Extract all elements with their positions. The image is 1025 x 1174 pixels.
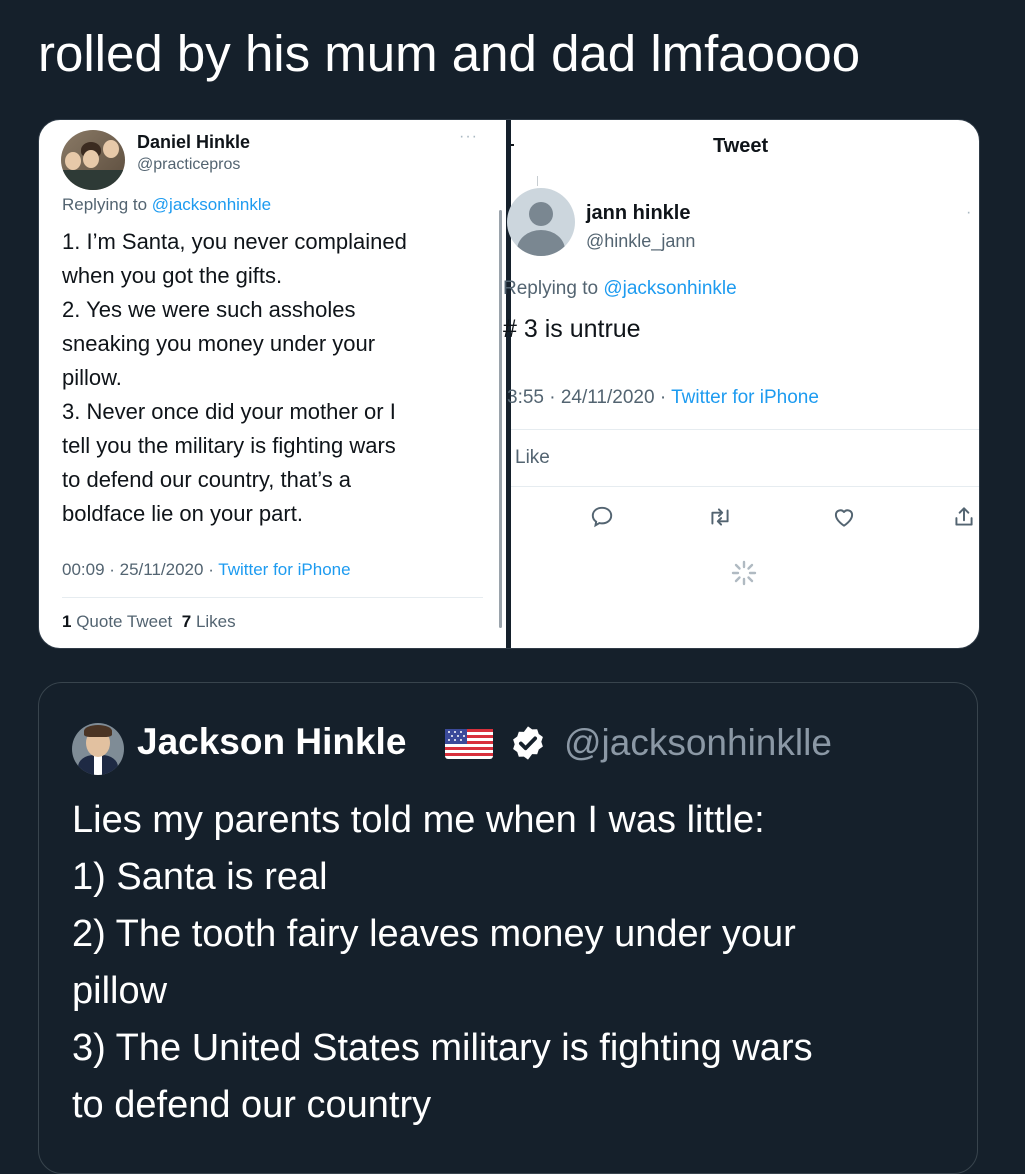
tweet-line: 1) Santa is real — [72, 856, 328, 898]
quote-count: 1 — [62, 612, 72, 631]
author-handle[interactable]: @practicepros — [137, 156, 240, 174]
replying-to-link[interactable]: @jacksonhinkle — [603, 278, 736, 299]
tweet-meta: 3:55 · 24/11/2020 · Twitter for iPhone — [507, 387, 819, 409]
tweet-meta: 00:09 · 25/11/2020 · Twitter for iPhone — [62, 560, 351, 580]
source-link[interactable]: Twitter for iPhone — [218, 560, 350, 579]
author-handle[interactable]: @hinkle_jann — [586, 231, 695, 252]
tweet-line: 2. Yes we were such assholes — [62, 297, 356, 322]
screenshot-collage: Daniel Hinkle @practicepros ··· Replying… — [38, 119, 980, 649]
timestamp[interactable]: 3:55 · 24/11/2020 · — [507, 387, 666, 408]
author-name[interactable]: Jackson Hinkle — [137, 721, 406, 763]
replying-prefix: Replying to — [503, 278, 599, 299]
tweet-text: 1. I’m Santa, you never complained when … — [62, 225, 482, 531]
retweet-icon[interactable] — [707, 504, 733, 530]
tweet-text: Lies my parents told me when I was littl… — [72, 792, 813, 1134]
quote-label: Quote Tweet — [76, 612, 173, 631]
source-link[interactable]: Twitter for iPhone — [671, 387, 819, 408]
tweet-text: # 3 is untrue — [503, 315, 641, 343]
tweet-line: 1. I’m Santa, you never complained — [62, 229, 407, 254]
author-name[interactable]: jann hinkle — [586, 202, 690, 225]
reply-tweet-jann[interactable]: Tweet jann hinkle @hinkle_jann · Replyin… — [503, 120, 979, 648]
quote-tweets-stat[interactable]: 1 Quote Tweet — [62, 612, 172, 631]
tweet-line: pillow. — [62, 365, 122, 390]
divider — [511, 486, 979, 487]
tweet-line: tell you the military is fighting wars — [62, 433, 396, 458]
avatar[interactable] — [61, 130, 125, 190]
tweet-line: pillow — [72, 970, 168, 1012]
like-count-label[interactable]: Like — [515, 447, 550, 469]
more-options-icon[interactable]: · — [966, 204, 971, 222]
reply-icon[interactable] — [589, 504, 615, 530]
scrollbar[interactable] — [499, 210, 502, 628]
tweet-line: 2) The tooth fairy leaves money under yo… — [72, 913, 796, 955]
page-title: Tweet — [713, 135, 769, 157]
thread-line — [537, 176, 538, 186]
loading-spinner-icon — [731, 560, 757, 586]
quoted-tweet-card[interactable]: Jackson Hinkle @jacksonhinklle Lies my p… — [38, 682, 978, 1174]
tweet-line: sneaking you money under your — [62, 331, 376, 356]
tweet-line: 3) The United States military is fightin… — [72, 1027, 813, 1069]
share-icon[interactable] — [951, 504, 977, 530]
post-caption: rolled by his mum and dad lmfaoooo — [38, 25, 861, 82]
replying-to: Replying to @jacksonhinkle — [503, 278, 737, 300]
tweet-line: to defend our country — [72, 1084, 432, 1126]
timestamp[interactable]: 00:09 · 25/11/2020 · — [62, 560, 214, 579]
engagement-stats: 1 Quote Tweet 7 Likes — [62, 612, 236, 632]
avatar[interactable] — [72, 723, 124, 775]
back-arrow-icon[interactable] — [511, 144, 514, 146]
more-options-icon[interactable]: ··· — [459, 128, 478, 146]
likes-stat[interactable]: 7 Likes — [182, 612, 236, 631]
replying-to: Replying to @jacksonhinkle — [62, 195, 271, 215]
likes-count: 7 — [181, 612, 192, 631]
author-name[interactable]: Daniel Hinkle — [137, 132, 250, 153]
like-icon[interactable] — [831, 504, 857, 530]
replying-to-link[interactable]: @jacksonhinkle — [152, 195, 271, 214]
tweet-line: 3. Never once did your mother or I — [62, 399, 396, 424]
likes-label: Likes — [195, 612, 236, 631]
tweet-line: to defend our country, that’s a — [62, 467, 352, 492]
divider — [62, 597, 483, 598]
author-handle[interactable]: @jacksonhinklle — [564, 722, 832, 764]
replying-prefix: Replying to — [62, 195, 148, 214]
reply-tweet-daniel[interactable]: Daniel Hinkle @practicepros ··· Replying… — [39, 120, 506, 648]
divider — [511, 429, 979, 430]
tweet-line: boldface lie on your part. — [62, 501, 303, 526]
default-avatar-icon[interactable] — [507, 188, 575, 256]
tweet-line: Lies my parents told me when I was littl… — [72, 799, 765, 841]
verified-badge-icon — [513, 726, 543, 760]
tweet-line: when you got the gifts. — [62, 263, 283, 288]
us-flag-icon — [445, 729, 493, 759]
